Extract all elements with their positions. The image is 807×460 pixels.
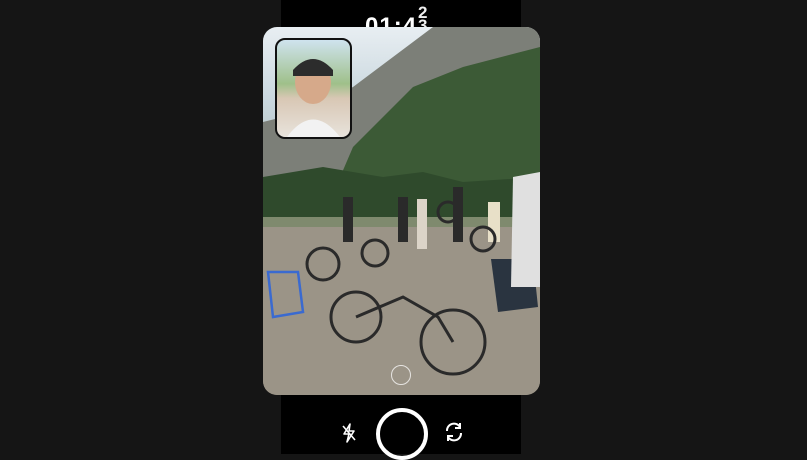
person — [417, 199, 427, 249]
van — [511, 172, 540, 287]
camera-flip-icon[interactable] — [443, 421, 465, 443]
focus-icon[interactable] — [391, 365, 411, 385]
front-camera-pip[interactable] — [275, 38, 352, 139]
person — [398, 197, 408, 242]
flash-off-icon[interactable] — [340, 423, 358, 443]
helmet — [293, 59, 333, 76]
selfie-illustration — [287, 59, 340, 137]
shirt — [287, 119, 340, 137]
shutter-button[interactable] — [376, 408, 428, 460]
person — [343, 197, 353, 242]
